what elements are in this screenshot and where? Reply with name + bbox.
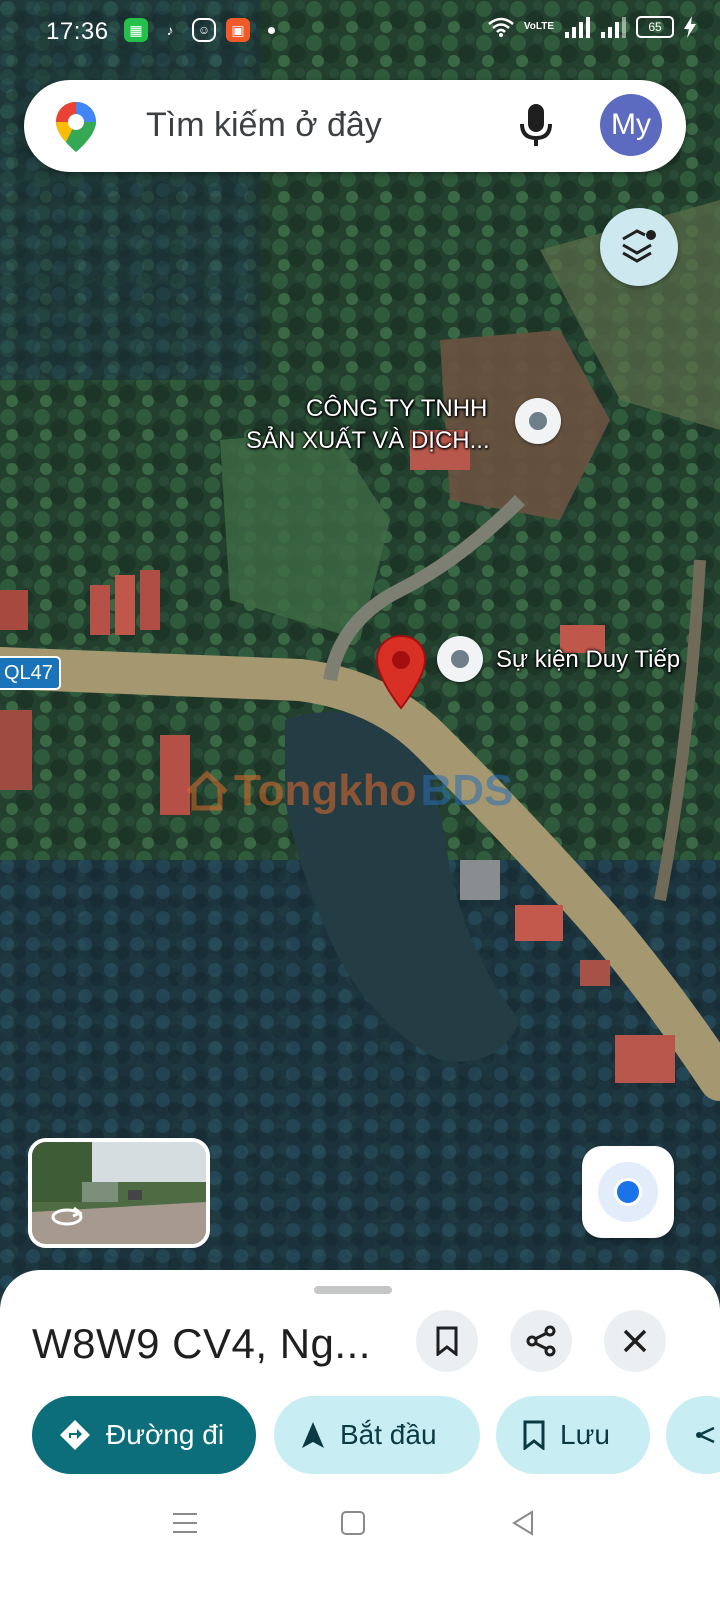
- poi-label-company-line1: CÔNG TY TNHH: [306, 395, 488, 422]
- more-notifications-dot: [268, 26, 275, 34]
- status-time: 17:36: [46, 18, 109, 45]
- dropped-pin-icon[interactable]: [374, 634, 428, 710]
- watermark-text-part1: Tongkho: [234, 766, 417, 815]
- directions-label: Đường đi: [106, 1419, 225, 1450]
- poi-marker-company[interactable]: [515, 398, 561, 444]
- satellite-map[interactable]: CÔNG TY TNHH SẢN XUẤT VÀ DỊCH... Sự kiện…: [0, 0, 720, 1330]
- share-icon: [526, 1325, 556, 1357]
- street-view-thumbnail[interactable]: [28, 1138, 210, 1248]
- rotate-360-icon: [51, 1206, 83, 1226]
- layers-icon: [622, 229, 656, 263]
- google-maps-pin-icon: [56, 102, 96, 152]
- account-avatar[interactable]: My: [600, 94, 662, 156]
- action-chips: Đường đi Bắt đầu Lưu: [32, 1396, 720, 1474]
- back-icon[interactable]: [510, 1510, 536, 1536]
- microphone-icon[interactable]: [518, 102, 554, 148]
- bookmark-outline-icon: [523, 1420, 545, 1450]
- tiktok-icon: ♪: [166, 22, 174, 38]
- wifi-icon: [488, 17, 514, 37]
- watermark: Tongkho BDS: [184, 766, 513, 816]
- recent-apps-icon[interactable]: [172, 1510, 198, 1536]
- share-button[interactable]: [510, 1310, 572, 1372]
- share-icon: [696, 1426, 715, 1444]
- messaging-app-icon: ▦: [124, 18, 148, 42]
- directions-icon: [60, 1420, 90, 1450]
- search-placeholder[interactable]: Tìm kiếm ở đây: [146, 106, 382, 145]
- signal-icon-sim2: [601, 17, 626, 38]
- watermark-text-part2: BDS: [420, 766, 514, 815]
- road-shield-ql47: QL47: [0, 656, 61, 690]
- map-layers-button[interactable]: [600, 208, 678, 286]
- close-button[interactable]: [604, 1310, 666, 1372]
- home-icon[interactable]: [340, 1510, 366, 1536]
- poi-label-event: Sự kiện Duy Tiếp: [496, 646, 681, 673]
- house-icon: [186, 770, 228, 811]
- battery-indicator: 65: [636, 16, 674, 38]
- share-chip-partial[interactable]: [666, 1396, 720, 1474]
- bookmark-icon: [436, 1326, 458, 1356]
- location-dot-icon: [598, 1162, 658, 1222]
- street-view-image: [32, 1142, 206, 1244]
- poi-marker-event[interactable]: [437, 636, 483, 682]
- smiley-app-icon: ☺: [192, 18, 216, 42]
- save-bookmark-button[interactable]: [416, 1310, 478, 1372]
- my-location-button[interactable]: [582, 1146, 674, 1238]
- signal-icon-sim1: [565, 17, 590, 38]
- charging-icon: [684, 16, 696, 38]
- save-place-button[interactable]: Lưu: [496, 1396, 650, 1474]
- status-right-icons: VoLTE 65: [488, 16, 696, 38]
- system-navigation-bar: [0, 1490, 720, 1600]
- status-bar: 17:36 ▦ ♪ ☺ ▣ VoLTE 65: [0, 0, 720, 64]
- volte-icon: VoLTE: [523, 21, 554, 32]
- search-bar[interactable]: Tìm kiếm ở đây My: [24, 80, 686, 172]
- game-app-icon: ▣: [226, 18, 250, 42]
- drag-handle[interactable]: [314, 1286, 392, 1294]
- notification-icons: ▦ ♪ ☺ ▣: [124, 18, 275, 42]
- navigation-arrow-icon: [302, 1422, 324, 1448]
- directions-button[interactable]: Đường đi: [32, 1396, 256, 1474]
- start-navigation-button[interactable]: Bắt đầu: [274, 1396, 480, 1474]
- close-icon: [623, 1329, 647, 1353]
- start-label: Bắt đầu: [340, 1419, 437, 1450]
- poi-label-company-line2: SẢN XUẤT VÀ DỊCH...: [246, 427, 490, 454]
- save-label: Lưu: [560, 1419, 610, 1450]
- place-title: W8W9 CV4, Ng...: [32, 1320, 371, 1367]
